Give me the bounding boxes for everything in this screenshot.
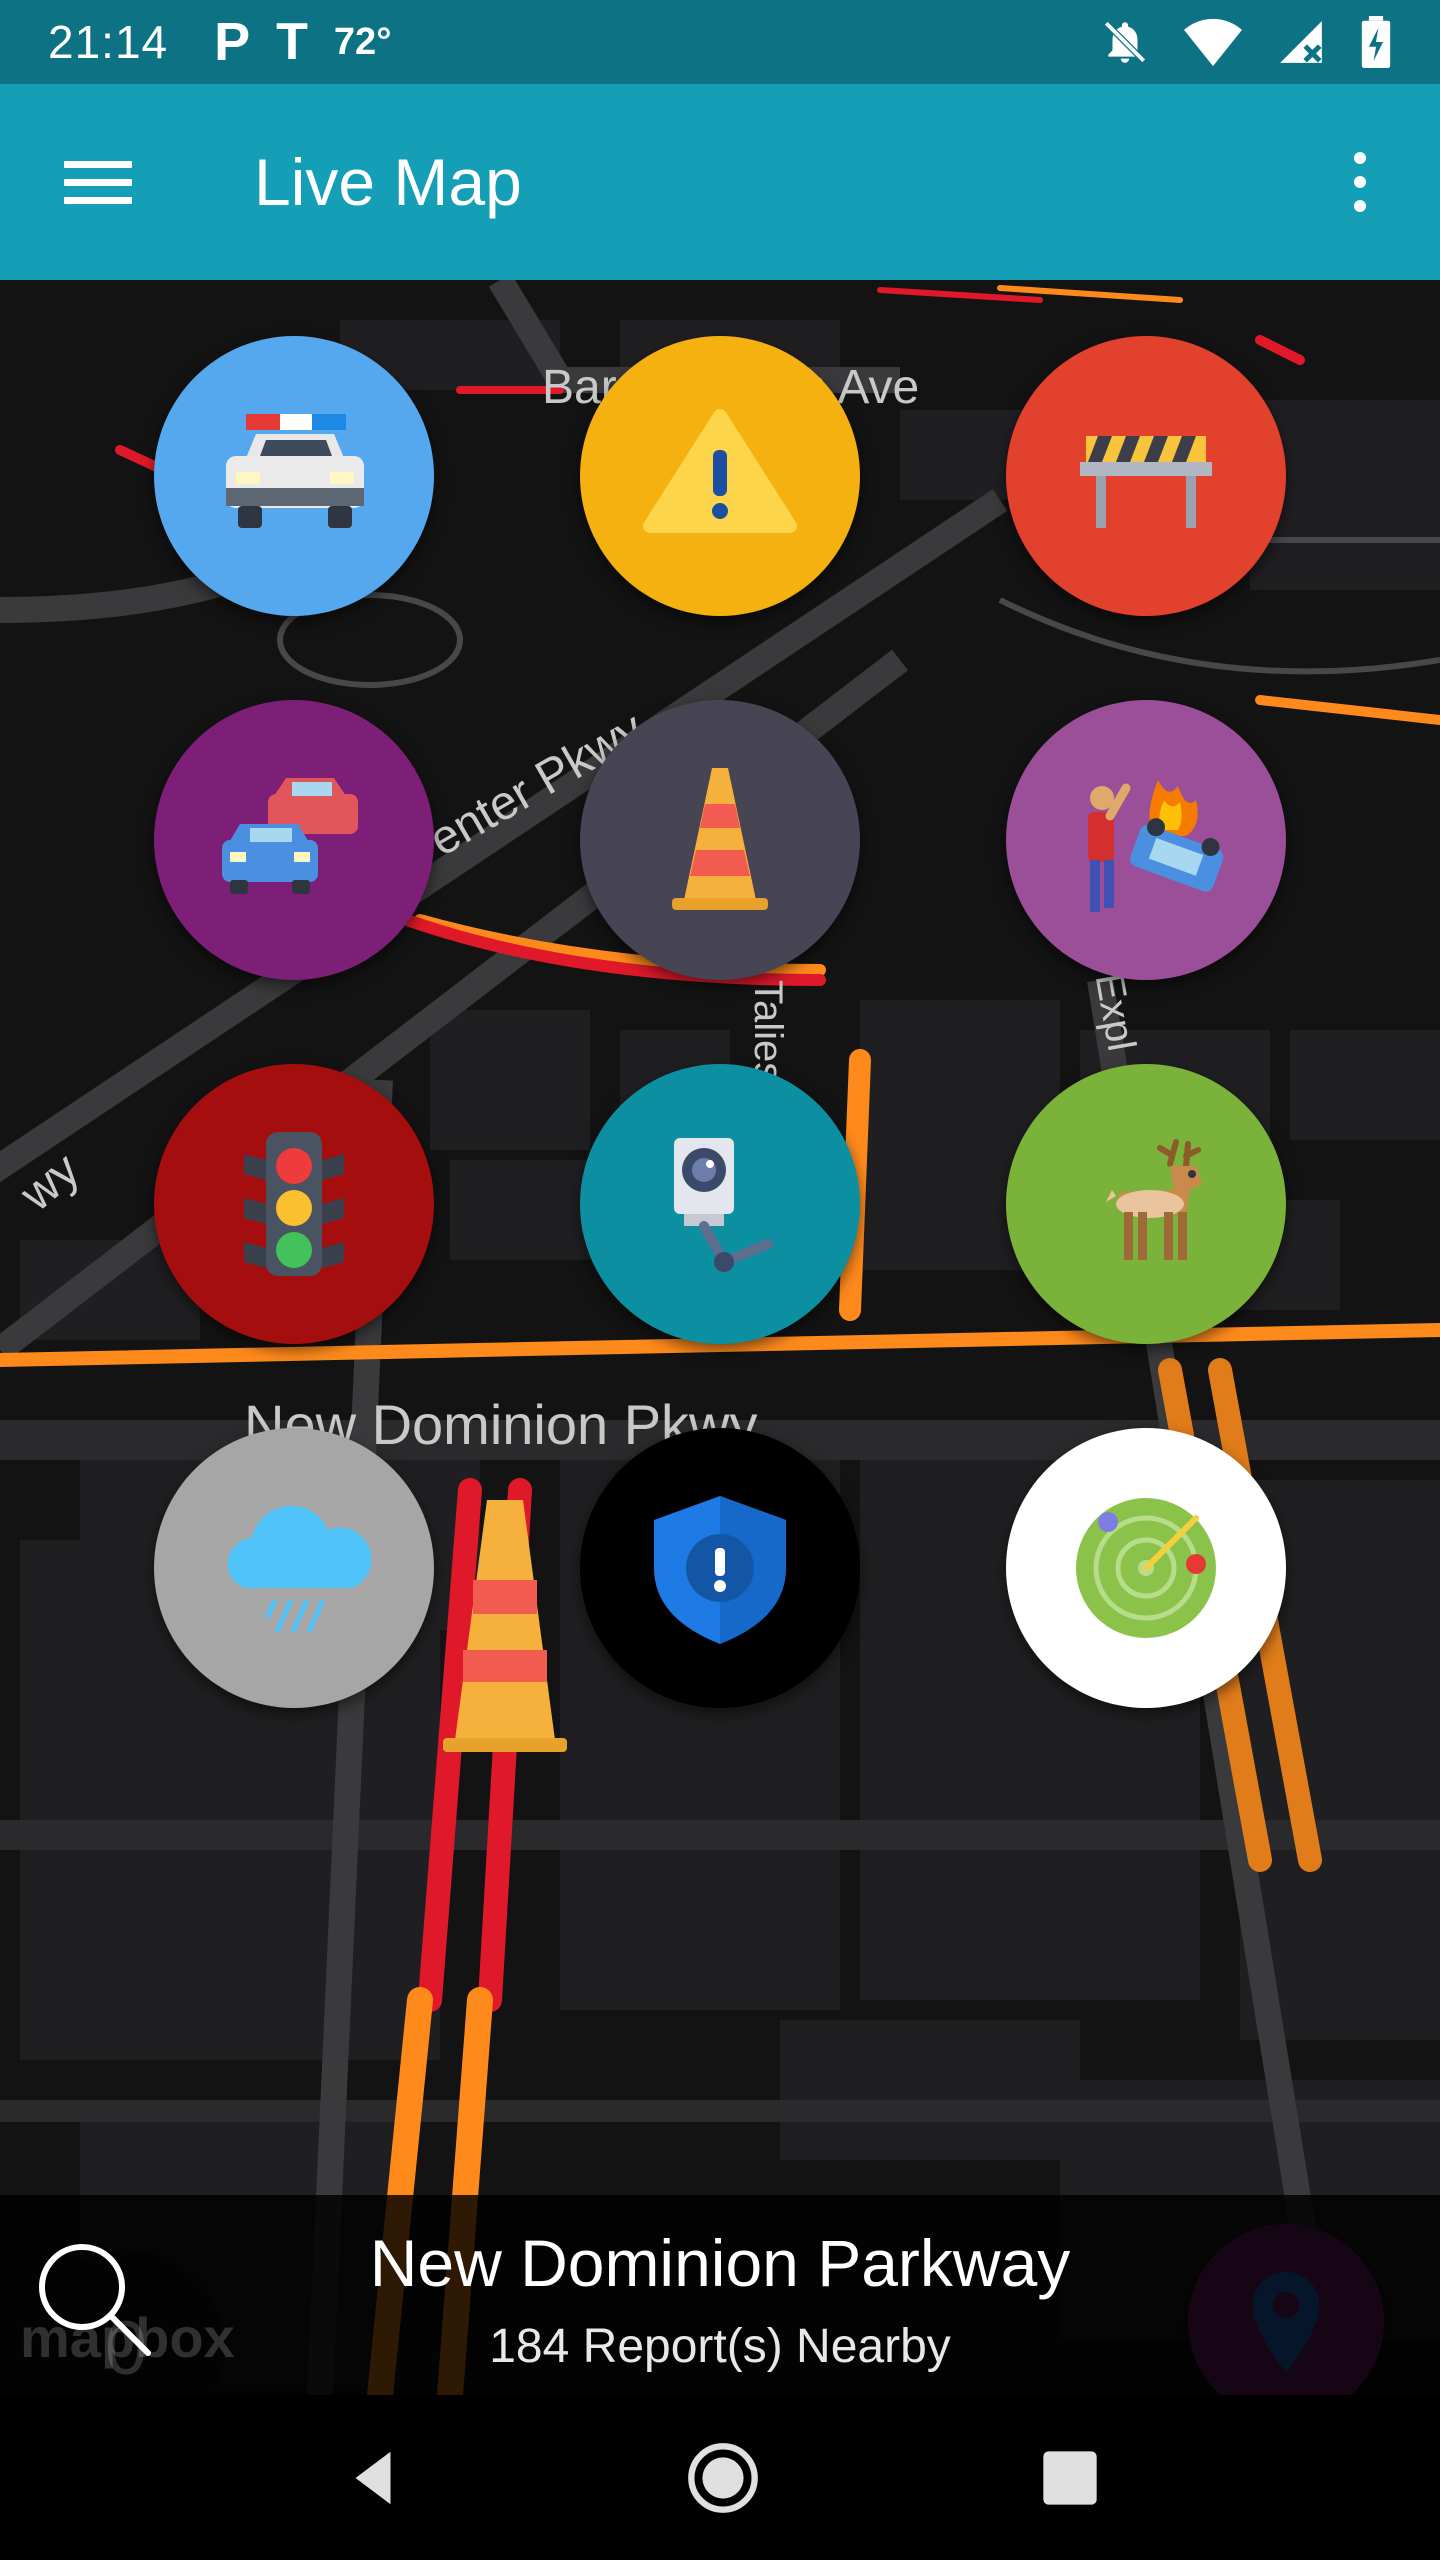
recents-icon[interactable] (1038, 2446, 1102, 2510)
report-police-button[interactable] (154, 336, 434, 616)
hamburger-menu-icon (64, 150, 132, 215)
temperature: 72° (333, 20, 392, 63)
traffic-cone-icon (672, 768, 768, 910)
report-radar-button[interactable] (1006, 1428, 1286, 1708)
back-icon[interactable] (338, 2443, 408, 2513)
report-animal-button[interactable] (1006, 1064, 1286, 1344)
car-crash-icon (1088, 780, 1224, 912)
status-bar: 21:14 P T 72° (0, 0, 1440, 84)
more-vert-icon[interactable] (1280, 102, 1440, 262)
report-security-button[interactable] (580, 1428, 860, 1708)
police-car-icon (226, 414, 364, 528)
mute-icon (1104, 21, 1146, 63)
traffic-cars-icon (222, 778, 358, 894)
rain-cloud-icon (227, 1505, 372, 1633)
t-mobile-icon: T (276, 13, 308, 71)
app-bar: Live Map (0, 84, 1440, 280)
report-count-label: 184 Report(s) Nearby (489, 2320, 951, 2373)
menu-button[interactable] (0, 84, 196, 280)
p-icon: P (214, 12, 251, 72)
page-title: Live Map (254, 145, 522, 219)
report-construction-button[interactable] (580, 700, 860, 980)
wifi-icon (1184, 18, 1242, 67)
barrier-icon (1080, 436, 1212, 528)
battery-charging-icon (1361, 16, 1391, 68)
report-traffic-button[interactable] (154, 700, 434, 980)
camera-icon (674, 1138, 773, 1272)
navigation-bar (0, 2395, 1440, 2560)
report-traffic-light-button[interactable] (154, 1064, 434, 1344)
map-view[interactable]: Bar n Ave enter Pkwy Taliesi Expl wy New… (0, 280, 1440, 2395)
shield-alert-icon (654, 1496, 786, 1644)
location-title: New Dominion Parkway (369, 2226, 1071, 2300)
report-road-closure-button[interactable] (1006, 336, 1286, 616)
signal-icon (1280, 21, 1322, 63)
report-hazard-button[interactable] (580, 336, 860, 616)
report-camera-button[interactable] (580, 1064, 860, 1344)
warning-icon (643, 409, 797, 533)
report-accident-button[interactable] (1006, 700, 1286, 980)
report-weather-button[interactable] (154, 1428, 434, 1708)
deer-icon (1106, 1139, 1202, 1260)
traffic-light-icon (244, 1132, 344, 1276)
radar-icon (1076, 1498, 1216, 1638)
location-info-panel: mapbox New Dominion Parkway 184 Report(s… (0, 2195, 1440, 2395)
status-time: 21:14 (48, 16, 169, 68)
home-icon[interactable] (685, 2440, 761, 2516)
